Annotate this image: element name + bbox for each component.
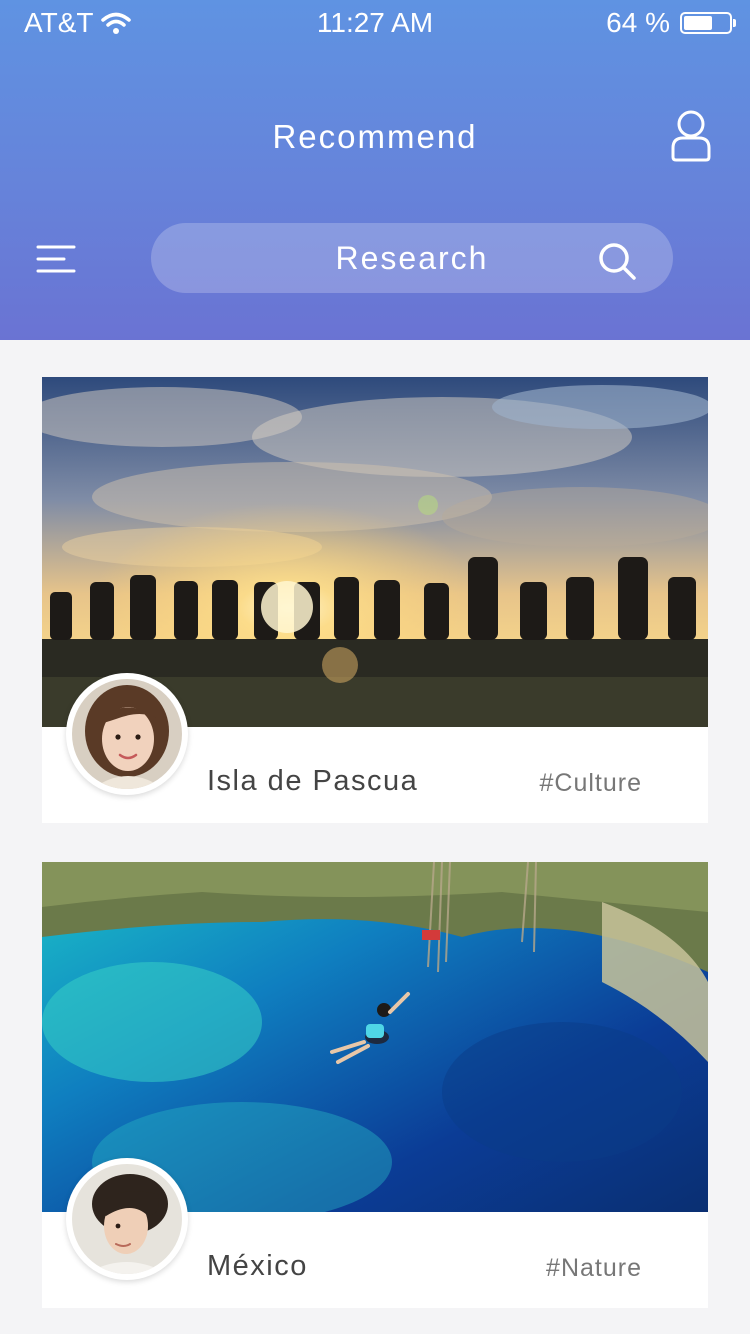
avatar[interactable] [66,673,188,795]
page-title: Recommend [272,118,478,155]
search-icon[interactable] [597,241,637,281]
header: AT&T 11:27 AM 64 % Recommend Research [0,0,750,340]
battery-percent: 64 % [606,7,670,38]
search-placeholder: Research [335,240,489,276]
place-name: México [207,1250,308,1282]
avatar[interactable] [66,1158,188,1280]
search-bar[interactable]: Research [151,223,673,293]
category-tag[interactable]: #Nature [546,1254,642,1283]
user-icon[interactable] [668,108,714,162]
battery-group: 64 % [606,7,736,39]
place-name: Isla de Pascua [207,765,419,797]
status-bar: AT&T 11:27 AM 64 % [0,0,750,50]
card-mexico[interactable]: México #Nature [42,862,708,1308]
menu-icon[interactable] [36,244,76,274]
card-isla-de-pascua[interactable]: Isla de Pascua #Culture [42,377,708,823]
battery-icon [680,12,736,34]
category-tag[interactable]: #Culture [540,769,643,798]
